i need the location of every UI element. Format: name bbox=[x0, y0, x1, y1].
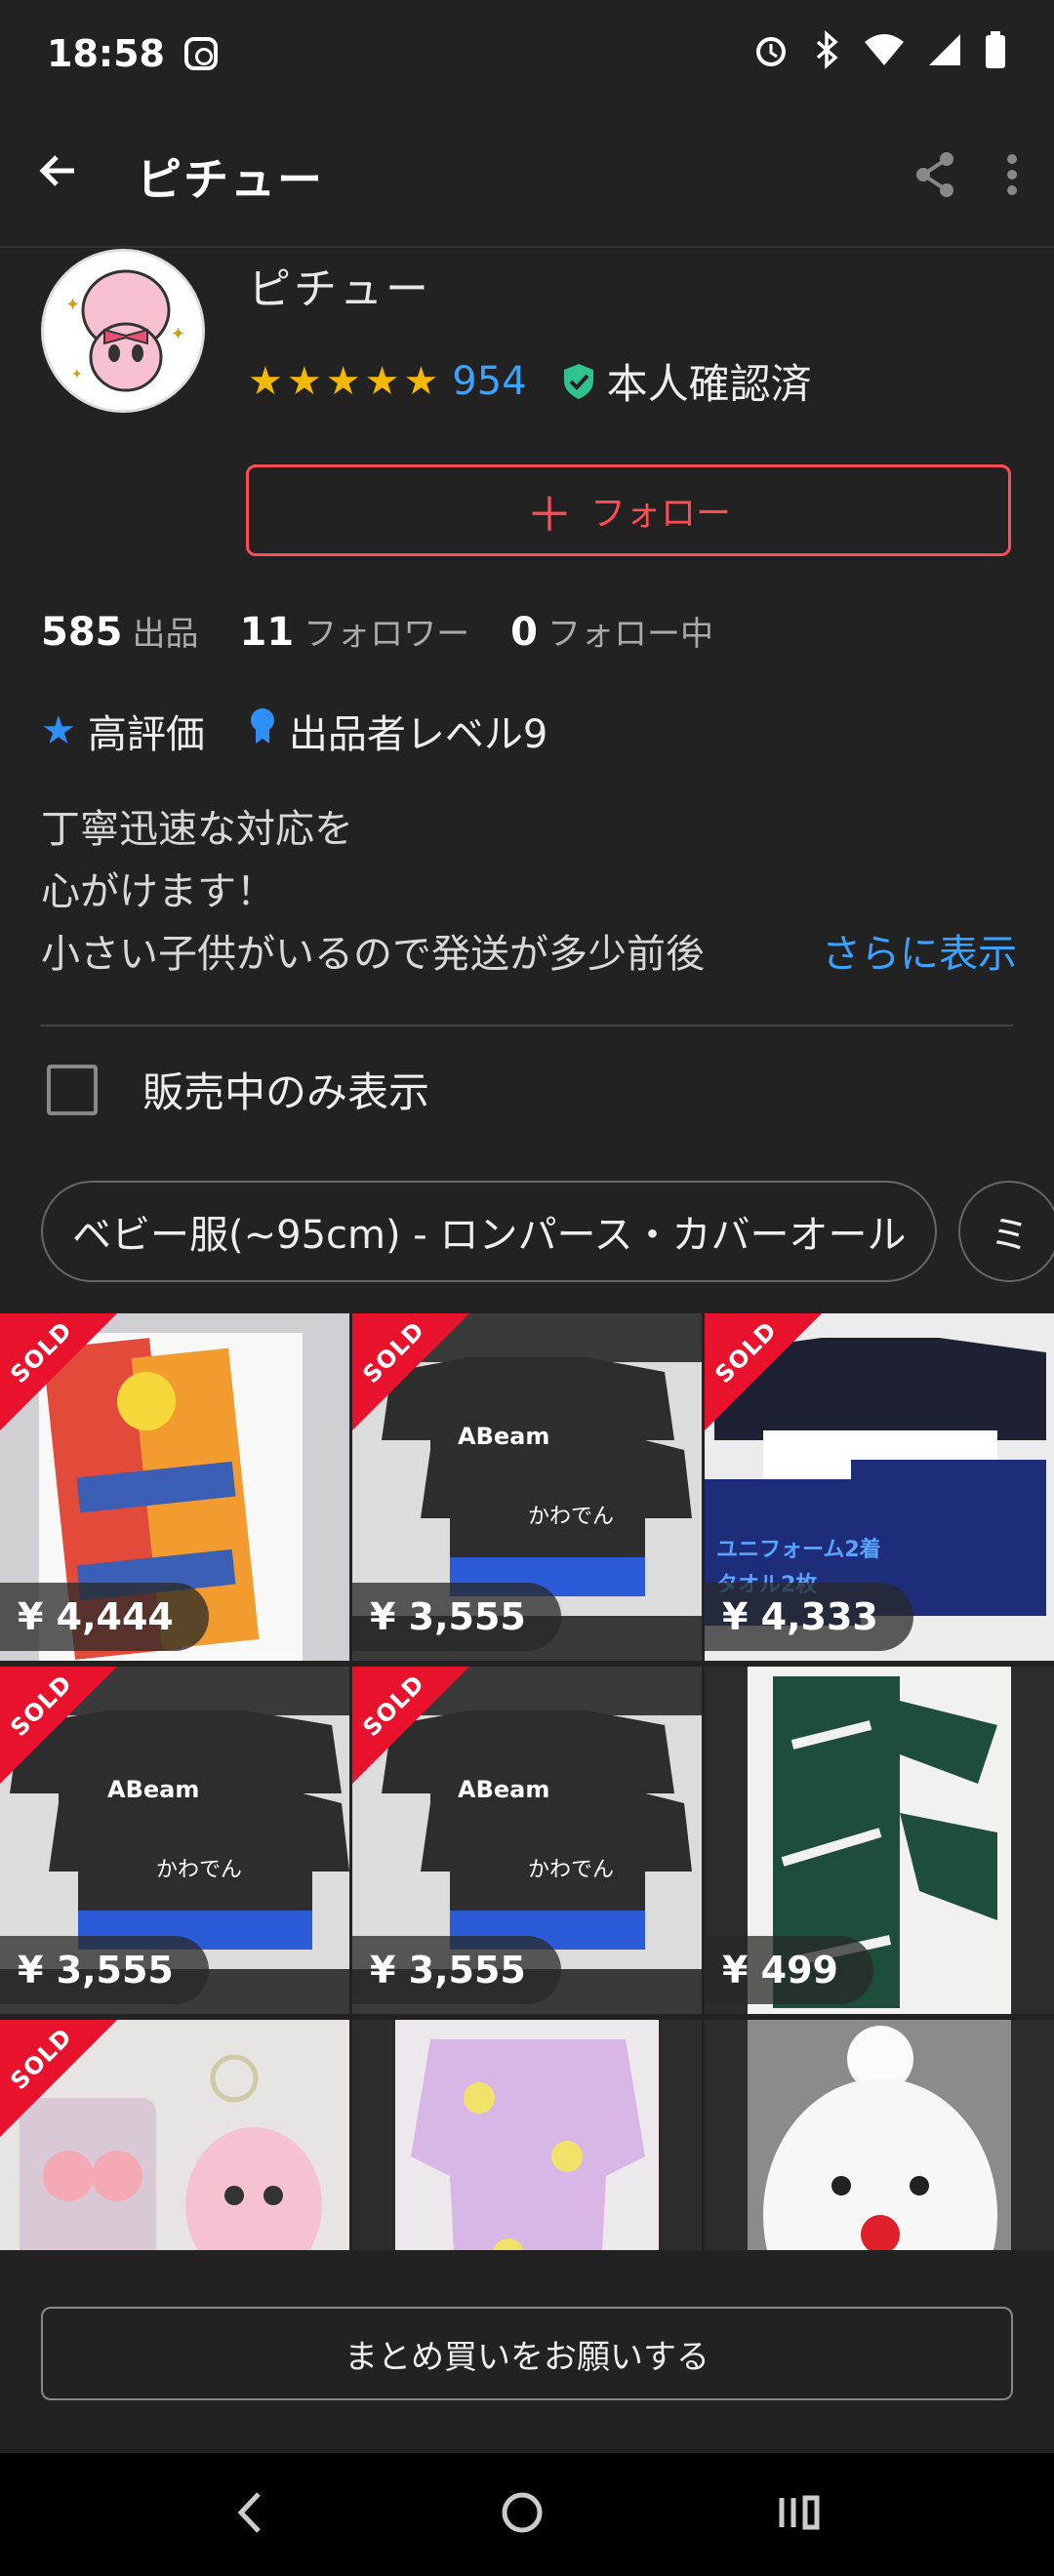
jersey-sponsor-text: ABeam bbox=[458, 1776, 550, 1803]
bulk-purchase-request-button[interactable]: まとめ買いをお願いする bbox=[41, 2307, 1013, 2400]
seller-badges: ★ 高評価 出品者レベル9 bbox=[41, 703, 547, 759]
item-price: ¥ 3,555 bbox=[0, 1936, 209, 2004]
following-count[interactable]: 0 bbox=[510, 610, 538, 655]
status-icons bbox=[751, 29, 1007, 78]
jersey-sponsor-text: かわでん bbox=[528, 1858, 615, 1882]
status-time: 18:58 bbox=[47, 32, 165, 75]
category-chip[interactable]: ベビー服(~95cm) - ロンパース・カバーオール bbox=[41, 1181, 938, 1282]
profile-counts: 585 出品 11 フォロワー 0 フォロー中 bbox=[41, 607, 754, 655]
signal-icon bbox=[927, 32, 962, 76]
system-nav-bar bbox=[0, 2453, 1054, 2576]
on-sale-checkbox[interactable] bbox=[47, 1064, 98, 1115]
bio-line: 丁寧迅速な対応を bbox=[41, 807, 353, 852]
item-price: ¥ 3,555 bbox=[352, 1583, 561, 1651]
following-count-label[interactable]: フォロー中 bbox=[547, 607, 713, 655]
category-chip[interactable]: ミ bbox=[958, 1181, 1054, 1282]
jersey-sponsor-text: かわでん bbox=[156, 1858, 243, 1882]
bluetooth-icon bbox=[812, 29, 841, 78]
wifi-icon bbox=[863, 30, 906, 78]
status-bar: 18:58 bbox=[0, 0, 1054, 107]
item-tile[interactable]: SOLD ABeam かわでん ¥ 3,555 bbox=[0, 1667, 349, 2014]
jersey-sponsor-text: かわでん bbox=[528, 1505, 615, 1529]
rating-row[interactable]: ★★★★★ 954 本人確認済 bbox=[248, 351, 812, 411]
svg-text:✦: ✦ bbox=[65, 295, 80, 315]
nav-recents-icon[interactable] bbox=[774, 2488, 823, 2541]
uniform-overlay-text: ユニフォーム2着 bbox=[716, 1538, 881, 1562]
category-chips: ベビー服(~95cm) - ロンパース・カバーオール ミ bbox=[41, 1181, 1054, 1282]
alarm-icon bbox=[751, 30, 790, 78]
high-rating-badge: 高評価 bbox=[87, 712, 205, 757]
app-bar: ピチュー bbox=[0, 107, 1054, 248]
item-tile[interactable]: SOLD bbox=[0, 2020, 349, 2250]
show-more-link[interactable]: さらに表示 bbox=[810, 923, 1017, 986]
jersey-sponsor-text: ABeam bbox=[458, 1423, 550, 1450]
item-tile[interactable]: SOLD ABeam かわでん ¥ 3,555 bbox=[352, 1313, 702, 1661]
star-icon: ★ bbox=[41, 708, 76, 753]
on-sale-filter[interactable]: 販売中のみ表示 bbox=[47, 1060, 429, 1119]
back-arrow-icon[interactable] bbox=[35, 147, 94, 206]
jersey-sponsor-text: ABeam bbox=[107, 1776, 200, 1803]
app-bar-actions bbox=[913, 151, 1019, 202]
listing-count-label: 出品 bbox=[132, 615, 199, 654]
profile-bio: 丁寧迅速な対応を 心がけます！ 小さい子供がいるので発送が多少前後 さらに表示 bbox=[41, 798, 1017, 986]
item-tile[interactable]: ¥ 499 bbox=[705, 1667, 1054, 2014]
on-sale-filter-label: 販売中のみ表示 bbox=[142, 1068, 430, 1116]
instagram-icon bbox=[183, 37, 218, 70]
item-price: ¥ 4,444 bbox=[0, 1583, 209, 1651]
item-tile[interactable]: SOLD ユニフォーム2着 タオル2枚 ¥ 4,333 bbox=[705, 1313, 1054, 1661]
page-title: ピチュー bbox=[137, 153, 324, 206]
rating-count: 954 bbox=[452, 358, 527, 404]
seller-level-badge: 出品者レベル9 bbox=[288, 712, 548, 757]
follow-label: フォロー bbox=[590, 494, 732, 534]
bio-line: 小さい子供がいるので発送が多少前後 bbox=[41, 932, 705, 977]
battery-icon bbox=[984, 30, 1007, 78]
item-tile[interactable] bbox=[352, 2020, 702, 2250]
item-price: ¥ 4,333 bbox=[705, 1583, 913, 1651]
snowman-hat-image bbox=[705, 2020, 1054, 2250]
avatar[interactable]: ✦ ✦ ✦ bbox=[41, 249, 205, 413]
nav-home-icon[interactable] bbox=[498, 2488, 547, 2541]
divider bbox=[41, 1025, 1013, 1026]
item-grid: SOLD ¥ 4,444 SOLD ABeam かわでん ¥ 3,555 SOL… bbox=[0, 1313, 1054, 2250]
item-price: ¥ 3,555 bbox=[352, 1936, 561, 2004]
follower-count[interactable]: 11 bbox=[240, 610, 295, 655]
item-tile[interactable] bbox=[705, 2020, 1054, 2250]
item-price: ¥ 499 bbox=[705, 1936, 873, 2004]
more-vert-icon[interactable] bbox=[1005, 153, 1019, 200]
nav-back-icon[interactable] bbox=[231, 2488, 270, 2541]
plus-icon: ＋ bbox=[525, 488, 573, 543]
verified-shield-icon bbox=[562, 363, 595, 400]
item-tile[interactable]: SOLD ABeam かわでん ¥ 3,555 bbox=[352, 1667, 702, 2014]
svg-text:✦: ✦ bbox=[171, 324, 185, 344]
profile-name: ピチュー bbox=[248, 264, 431, 314]
listing-count: 585 bbox=[41, 610, 123, 655]
yukata-image bbox=[352, 2020, 702, 2250]
share-icon[interactable] bbox=[913, 151, 956, 202]
item-tile[interactable]: SOLD ¥ 4,444 bbox=[0, 1313, 349, 1661]
bio-line: 心がけます！ bbox=[41, 869, 275, 914]
svg-text:✦: ✦ bbox=[71, 367, 83, 382]
bottom-action-area: まとめ買いをお願いする bbox=[0, 2250, 1054, 2453]
follow-button[interactable]: ＋ フォロー bbox=[246, 464, 1011, 556]
rating-stars: ★★★★★ bbox=[248, 358, 443, 404]
verified-label: 本人確認済 bbox=[606, 360, 812, 408]
medal-icon bbox=[248, 706, 277, 755]
follower-count-label[interactable]: フォロワー bbox=[304, 607, 469, 655]
